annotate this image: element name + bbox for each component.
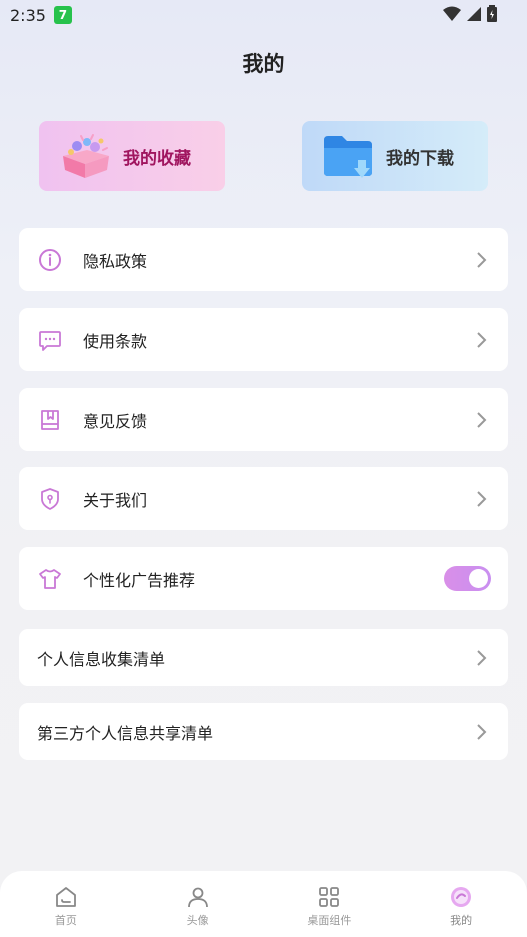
terms-of-use-label: 使用条款	[83, 331, 148, 351]
signal-icon	[467, 6, 481, 21]
tab-mine[interactable]: 我的	[416, 885, 506, 928]
chevron-right-icon	[477, 490, 487, 507]
chevron-right-icon	[477, 649, 487, 666]
status-indicators	[443, 5, 497, 22]
about-us-label: 关于我们	[83, 490, 148, 510]
my-downloads-button[interactable]: 我的下载	[302, 121, 488, 191]
folder-download-icon	[324, 136, 372, 178]
page-title: 我的	[242, 52, 285, 76]
bottom-tab-bar: 首页 头像 桌面组件 我的	[0, 871, 527, 937]
personalized-ads-label: 个性化广告推荐	[83, 570, 196, 590]
personalized-ads-item: 个性化广告推荐	[19, 547, 508, 610]
personalized-ads-toggle[interactable]	[444, 566, 491, 591]
my-favorites-button[interactable]: 我的收藏	[39, 121, 225, 191]
info-icon	[39, 248, 61, 271]
third-party-sharing-list-label: 第三方个人信息共享清单	[37, 723, 214, 743]
tshirt-icon	[39, 568, 61, 589]
chevron-right-icon	[477, 411, 487, 428]
app-notification-icon: 7	[53, 6, 72, 24]
privacy-policy-item[interactable]: 隐私政策	[19, 228, 508, 291]
status-time: 2:35	[10, 5, 46, 25]
about-us-item[interactable]: 关于我们	[19, 467, 508, 530]
gift-box-icon	[63, 134, 109, 178]
toggle-knob	[469, 569, 488, 588]
tab-avatar[interactable]: 头像	[153, 885, 243, 928]
grid-icon	[319, 887, 340, 907]
tab-avatar-label: 头像	[186, 914, 209, 927]
tab-mine-label: 我的	[450, 914, 473, 927]
chat-bubble-icon	[39, 330, 61, 351]
wifi-icon	[443, 6, 461, 21]
tab-widgets[interactable]: 桌面组件	[284, 885, 374, 928]
third-party-sharing-list-item[interactable]: 第三方个人信息共享清单	[19, 703, 508, 760]
tab-widgets-label: 桌面组件	[307, 914, 352, 927]
tab-home-label: 首页	[54, 914, 77, 927]
person-icon	[187, 887, 208, 908]
chevron-right-icon	[477, 331, 487, 348]
privacy-policy-label: 隐私政策	[83, 251, 148, 271]
shield-icon	[41, 487, 59, 510]
chevron-right-icon	[477, 723, 487, 740]
battery-icon	[487, 5, 497, 22]
info-collection-list-item[interactable]: 个人信息收集清单	[19, 629, 508, 686]
my-favorites-label: 我的收藏	[123, 148, 191, 169]
tab-home[interactable]: 首页	[21, 885, 111, 928]
terms-of-use-item[interactable]: 使用条款	[19, 308, 508, 371]
feedback-item[interactable]: 意见反馈	[19, 388, 508, 451]
info-collection-list-label: 个人信息收集清单	[37, 649, 166, 669]
profile-circle-icon	[451, 887, 472, 907]
my-downloads-label: 我的下载	[386, 148, 454, 169]
chevron-right-icon	[477, 251, 487, 268]
home-icon	[55, 887, 76, 907]
feedback-label: 意见反馈	[83, 411, 148, 431]
status-bar: 2:35 7	[0, 0, 527, 30]
notebook-icon	[41, 409, 59, 430]
